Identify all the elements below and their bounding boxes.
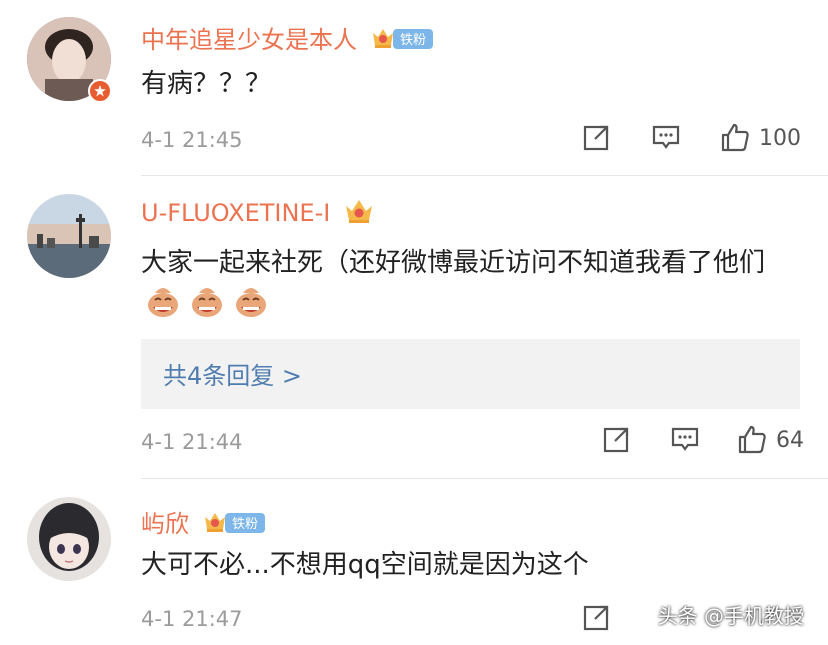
watermark: 头条 @手机教授	[657, 604, 804, 628]
like-button[interactable]: 100	[719, 122, 801, 154]
verified-icon	[88, 79, 112, 103]
replies-link[interactable]: 共4条回复 >	[163, 356, 302, 391]
comment-icon	[652, 125, 680, 149]
avatar[interactable]	[27, 194, 111, 278]
like-button[interactable]: 64	[736, 424, 804, 456]
fan-badge: 铁粉	[203, 509, 267, 541]
like-icon	[738, 425, 766, 454]
repost-button[interactable]	[582, 122, 612, 152]
replies-box[interactable]: 共4条回复 >	[141, 339, 800, 409]
repost-button[interactable]	[602, 424, 632, 454]
username[interactable]: 屿欣 铁粉	[141, 504, 267, 541]
svg-text:铁粉: 铁粉	[400, 33, 426, 48]
timestamp: 4-1 21:47	[141, 607, 243, 631]
fan-badge: 铁粉	[371, 25, 435, 57]
comment-text: 大可不必...不想用qq空间就是因为这个	[141, 550, 589, 580]
username[interactable]: U-FLUOXETINE-I	[141, 197, 374, 231]
comment-button[interactable]	[670, 424, 700, 454]
svg-text:铁粉: 铁粉	[232, 517, 258, 532]
divider	[141, 175, 828, 176]
repost-icon	[583, 125, 609, 151]
like-count: 100	[759, 125, 801, 151]
comment-button[interactable]	[651, 122, 681, 152]
comment-icon	[671, 427, 699, 451]
action-bar: 100	[568, 122, 828, 162]
avatar[interactable]	[27, 497, 111, 581]
repost-icon	[583, 605, 609, 631]
username[interactable]: 中年追星少女是本人 铁粉	[141, 20, 435, 57]
repost-icon	[603, 427, 629, 453]
crown-badge	[344, 197, 374, 231]
like-icon	[721, 123, 749, 152]
repost-button[interactable]	[582, 602, 612, 632]
laugh-emoji-icon	[145, 283, 271, 331]
comment-text: 有病？？？	[141, 69, 272, 99]
timestamp: 4-1 21:44	[141, 430, 243, 454]
timestamp: 4-1 21:45	[141, 128, 243, 152]
comment-text: 大家一起来社死（还好微博最近访问不知道我看了他们	[141, 243, 791, 331]
like-count: 64	[776, 427, 804, 453]
divider	[141, 478, 828, 479]
action-bar: 64	[568, 424, 828, 464]
